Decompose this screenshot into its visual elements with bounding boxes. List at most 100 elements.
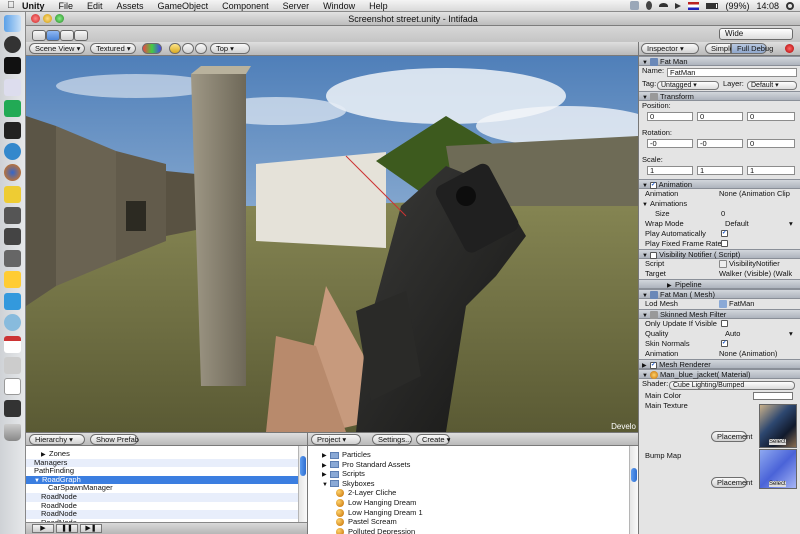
project-row[interactable]: Polluted Depression	[308, 527, 638, 534]
unity-project-icon[interactable]	[4, 228, 21, 245]
object-header[interactable]: ▼ Fat Man	[639, 56, 800, 67]
skinned-mesh-header[interactable]: ▼ Skinned Mesh Filter	[639, 309, 800, 320]
rgb-channel-button[interactable]	[142, 43, 162, 54]
mesh-renderer-header[interactable]: ▶ ✓ Mesh Renderer	[639, 359, 800, 369]
pipeline-header[interactable]: ▶ Pipeline	[639, 279, 800, 289]
mail-icon[interactable]	[630, 1, 640, 10]
show-prefab-button[interactable]: Show Prefab	[90, 434, 139, 445]
scene-audio-toggle-button[interactable]	[195, 43, 207, 54]
bump-map-placement-button[interactable]: Placement	[711, 477, 752, 488]
menu-edit[interactable]: Edit	[87, 1, 103, 11]
layer-dropdown[interactable]: Default ▾	[747, 81, 797, 90]
unity-icon[interactable]	[4, 36, 21, 53]
project-row[interactable]: Low Hanging Dream 1	[308, 508, 638, 518]
console-icon[interactable]	[4, 122, 21, 139]
lod-mesh-header[interactable]: ▼ Fat Man ( Mesh)	[639, 289, 800, 300]
scene-view-tab[interactable]: Scene View ▾	[29, 43, 85, 54]
chat-icon[interactable]	[4, 186, 21, 203]
spotlight-icon[interactable]	[786, 1, 794, 10]
battery-icon[interactable]	[706, 2, 719, 9]
rotation-z-field[interactable]: 0	[747, 139, 795, 148]
shader-dropdown[interactable]: Cube Lighting/Bumped	[669, 381, 795, 390]
project-row[interactable]: Low Hanging Dream	[308, 498, 638, 508]
animations-row[interactable]: ▼ Animations	[639, 199, 800, 209]
rotate-tool-button[interactable]	[60, 30, 74, 41]
menu-window[interactable]: Window	[323, 1, 355, 11]
document-icon[interactable]	[4, 378, 21, 395]
bluetooth-icon[interactable]	[646, 1, 653, 10]
project-row[interactable]: ▶ Particles	[308, 450, 638, 460]
view-direction-dropdown[interactable]: Top ▾	[210, 43, 250, 54]
render-mode-dropdown[interactable]: Textured ▾	[90, 43, 136, 54]
preview-icon[interactable]	[4, 79, 21, 96]
name-field[interactable]: FatMan	[667, 68, 797, 77]
position-y-field[interactable]: 0	[697, 112, 743, 121]
project-scroll-thumb[interactable]	[631, 468, 637, 482]
visibility-notifier-header[interactable]: ▼ Visibility Notifier ( Script)	[639, 249, 800, 259]
play-fixed-checkbox[interactable]	[721, 240, 728, 247]
tag-dropdown[interactable]: Untagged ▾	[657, 81, 719, 90]
paint-icon[interactable]	[4, 271, 21, 288]
project-row[interactable]: ▶ Pro Standard Assets	[308, 460, 638, 470]
terminal-icon[interactable]	[4, 57, 21, 74]
transform-header[interactable]: ▼ Transform	[639, 91, 800, 102]
menu-server[interactable]: Server	[283, 1, 310, 11]
layout-select[interactable]: Wide	[719, 28, 793, 40]
activity-monitor-icon[interactable]	[4, 100, 21, 117]
project-tab[interactable]: Project ▾	[311, 434, 361, 445]
pause-button[interactable]: ❚❚	[56, 524, 78, 533]
project-row[interactable]: 2-Layer Cliche	[308, 488, 638, 498]
menu-app-name[interactable]: Unity	[22, 1, 45, 11]
settings-button[interactable]: Settings...	[372, 434, 412, 445]
hierarchy-scroll-thumb[interactable]	[300, 456, 306, 476]
menu-file[interactable]: File	[59, 1, 74, 11]
wrap-mode-arrow-icon[interactable]: ▾	[789, 219, 793, 229]
scene-viewport[interactable]: Develo	[26, 56, 638, 432]
simple-mode-button[interactable]: Simple	[705, 43, 734, 54]
step-button[interactable]: ▶❚	[80, 524, 102, 533]
only-update-checkbox[interactable]	[721, 320, 728, 327]
scale-tool-button[interactable]	[74, 30, 88, 41]
menu-assets[interactable]: Assets	[117, 1, 144, 11]
scale-x-field[interactable]: 1	[647, 166, 693, 175]
skin-normals-checkbox[interactable]: ✓	[721, 340, 728, 347]
lighting-toggle-button[interactable]	[169, 43, 181, 54]
apple-menu-icon[interactable]: 	[0, 0, 22, 11]
menu-help[interactable]: Help	[369, 1, 388, 11]
animation-header[interactable]: ▼ ✓ Animation	[639, 179, 800, 189]
hand-tool-button[interactable]	[32, 30, 46, 41]
inspector-tab[interactable]: Inspector ▾	[641, 43, 699, 54]
rotation-x-field[interactable]: -0	[647, 139, 693, 148]
visibility-notifier-checkbox[interactable]	[650, 251, 657, 259]
menu-gameobject[interactable]: GameObject	[158, 1, 209, 11]
position-x-field[interactable]: 0	[647, 112, 693, 121]
display-icon[interactable]	[4, 400, 21, 417]
script-value[interactable]: VisibilityNotifier	[719, 259, 780, 269]
rotation-y-field[interactable]: -0	[697, 139, 743, 148]
target-value[interactable]: Walker (Visible) (Walk	[719, 269, 792, 279]
flag-icon[interactable]	[688, 1, 700, 10]
main-color-swatch[interactable]	[753, 392, 793, 400]
position-z-field[interactable]: 0	[747, 112, 795, 121]
bird-icon[interactable]	[4, 293, 21, 310]
script-icon[interactable]	[4, 357, 21, 374]
bump-map-select-label[interactable]: Select	[769, 481, 786, 487]
scene-image-toggle-button[interactable]	[182, 43, 194, 54]
hierarchy-scrollbar[interactable]	[298, 446, 307, 523]
project-scrollbar[interactable]	[629, 446, 638, 534]
size-value[interactable]: 0	[721, 209, 725, 219]
quality-arrow-icon[interactable]: ▾	[789, 329, 793, 339]
lock-icon[interactable]	[785, 44, 794, 53]
create-dropdown[interactable]: Create ▾	[416, 434, 450, 445]
quality-value[interactable]: Auto	[725, 329, 740, 339]
menu-component[interactable]: Component	[222, 1, 269, 11]
scale-z-field[interactable]: 1	[747, 166, 795, 175]
scale-y-field[interactable]: 1	[697, 166, 743, 175]
unity-remote-icon[interactable]	[4, 250, 21, 267]
network-icon[interactable]	[4, 143, 21, 160]
animation-enabled-checkbox[interactable]: ✓	[650, 181, 657, 189]
skinned-animation-value[interactable]: None (Animation)	[719, 349, 777, 359]
material-header[interactable]: ▼ Man_blue_jacket( Material)	[639, 369, 800, 380]
animation-clip-value[interactable]: None (Animation Clip	[719, 189, 790, 199]
lod-mesh-value[interactable]: FatMan	[719, 299, 754, 309]
